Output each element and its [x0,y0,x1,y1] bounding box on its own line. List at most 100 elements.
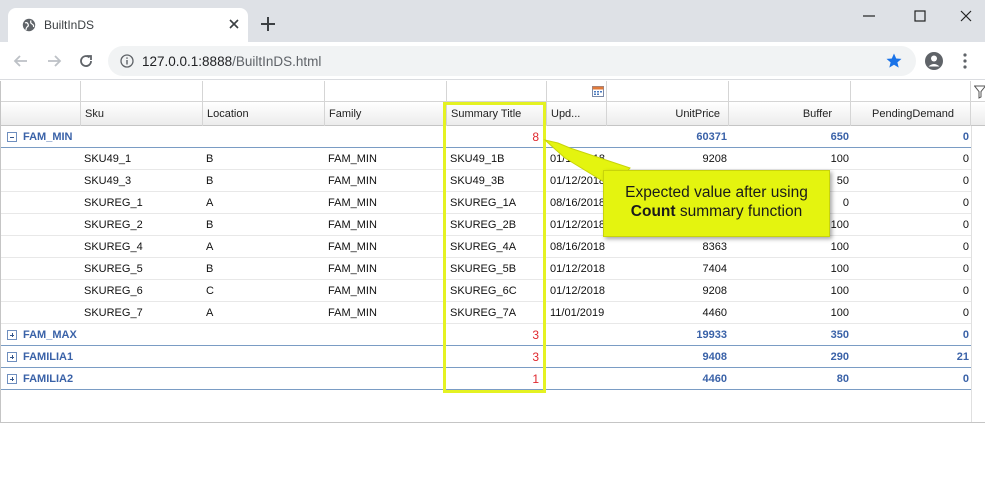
header-unitprice[interactable]: UnitPrice [607,102,729,126]
collapse-icon[interactable] [7,132,17,142]
cell-upd: 01/12/2018 [550,175,606,187]
cell-summary: SKUREG_7A [450,307,517,319]
cell-family: FAM_MIN [328,263,377,275]
cell-summary: SKUREG_5B [450,263,517,275]
back-icon[interactable] [12,52,30,70]
filter-cell-pending[interactable] [851,81,971,102]
cell-upd: 11/01/2019 [550,307,605,319]
group-row[interactable]: FAM_MIN 8 60371 650 0 [1,126,971,148]
cell-location: C [206,285,214,297]
cell-sku: SKUREG_5 [84,263,143,275]
close-window-icon[interactable] [956,8,976,24]
header-location[interactable]: Location [203,102,325,126]
cell-upd: 01/12/2018 [550,219,606,231]
browser-toolbar: 127.0.0.1:8888/BuiltInDS.html [0,42,985,80]
cell-pending: 0 [962,241,969,253]
header-upd[interactable]: Upd... [547,102,607,126]
table-row[interactable]: SKUREG_4 A FAM_MIN SKUREG_4A 08/16/2018 8363 1… [1,236,971,258]
filter-cell-upd[interactable] [547,81,607,102]
cell-sku: SKU49_3 [84,175,132,187]
header-buffer[interactable]: Buffer [729,102,851,126]
cell-family: FAM_MIN [328,219,377,231]
profile-icon[interactable] [924,51,944,71]
cell-pending: 0 [962,219,969,231]
header-sku[interactable]: Sku [81,102,203,126]
group-row[interactable]: FAMILIA1 3 9408 290 21 [1,346,971,368]
cell-unitprice: 4460 [702,307,727,319]
cell-family: FAM_MIN [328,175,377,187]
cell-pending: 0 [962,263,969,275]
cell-location: A [206,241,214,253]
cell-buffer: 100 [830,153,849,165]
callout-line2: summary function [675,203,803,220]
info-icon[interactable] [120,54,134,68]
group-buffer-sum: 650 [830,131,849,143]
cell-sku: SKUREG_7 [84,307,143,319]
cell-summary: SKU49_3B [450,175,505,187]
cell-location: A [206,197,214,209]
group-label: FAMILIA1 [23,351,74,363]
cell-location: B [206,153,214,165]
table-row[interactable]: SKU49_1 B FAM_MIN SKU49_1B 01/12/2018 9208 100… [1,148,971,170]
table-row[interactable]: SKUREG_6 C FAM_MIN SKUREG_6C 01/12/2018 9208 1… [1,280,971,302]
cell-pending: 0 [962,197,969,209]
group-pending-sum: 0 [962,373,969,385]
filter-row [1,81,985,102]
filter-cell-buffer[interactable] [729,81,851,102]
reload-icon[interactable] [77,52,95,70]
group-unitprice-sum: 60371 [696,131,727,143]
cell-buffer: 100 [830,263,849,275]
cell-summary: SKU49_1B [450,153,505,165]
close-tab-icon[interactable] [226,16,242,32]
address-bar[interactable]: 127.0.0.1:8888/BuiltInDS.html [108,46,916,76]
callout-line1: Expected value after using [625,184,808,201]
cell-sku: SKUREG_6 [84,285,143,297]
calendar-icon[interactable] [592,85,604,97]
browser-tab[interactable]: BuiltInDS [8,8,248,42]
header-family[interactable]: Family [325,102,447,126]
cell-pending: 0 [962,175,969,187]
header-summary-title[interactable]: Summary Title [447,102,547,126]
group-row[interactable]: FAMILIA2 1 4460 80 0 [1,368,971,390]
cell-family: FAM_MIN [328,153,377,165]
group-unitprice-sum: 19933 [696,329,727,341]
group-unitprice-sum: 4460 [702,373,727,385]
filter-cell-location[interactable] [203,81,325,102]
filter-cell-summary[interactable] [447,81,547,102]
table-row[interactable]: SKUREG_5 B FAM_MIN SKUREG_5B 01/12/2018 7404 1… [1,258,971,280]
annotation-callout: Expected value after using Count summary… [603,170,830,237]
group-pending-sum: 0 [962,329,969,341]
cell-sku: SKUREG_1 [84,197,143,209]
vertical-scrollbar[interactable] [971,126,985,422]
cell-unitprice: 9208 [702,153,727,165]
table-row[interactable]: SKUREG_7 A FAM_MIN SKUREG_7A 11/01/2019 4460 1… [1,302,971,324]
cell-unitprice: 7404 [702,263,727,275]
group-label: FAMILIA2 [23,373,74,385]
cell-pending: 0 [962,307,969,319]
expand-icon[interactable] [7,352,17,362]
minimize-icon[interactable] [859,8,879,24]
cell-unitprice: 8363 [702,241,727,253]
cell-upd: 01/12/2018 [550,263,606,275]
menu-kebab-icon[interactable] [962,52,968,70]
expand-icon[interactable] [7,374,17,384]
bookmark-star-icon[interactable] [885,52,903,70]
cell-unitprice: 9208 [702,285,727,297]
browser-tabstrip: BuiltInDS [0,0,985,42]
new-tab-icon[interactable] [260,16,276,32]
filter-icon[interactable] [974,85,985,99]
maximize-icon[interactable] [910,8,930,24]
url-text[interactable]: 127.0.0.1:8888/BuiltInDS.html [142,54,321,69]
filter-cell-family[interactable] [325,81,447,102]
group-buffer-sum: 350 [830,329,849,341]
cell-upd: 01/12/2018 [550,285,606,297]
cell-location: B [206,263,214,275]
cell-summary: SKUREG_2B [450,219,517,231]
filter-cell-unitprice[interactable] [607,81,729,102]
filter-cell-sku[interactable] [81,81,203,102]
expand-icon[interactable] [7,330,17,340]
group-label: FAM_MAX [23,329,77,341]
header-pending-demand[interactable]: PendingDemand [851,102,971,126]
group-row[interactable]: FAM_MAX 3 19933 350 0 [1,324,971,346]
forward-icon[interactable] [45,52,63,70]
